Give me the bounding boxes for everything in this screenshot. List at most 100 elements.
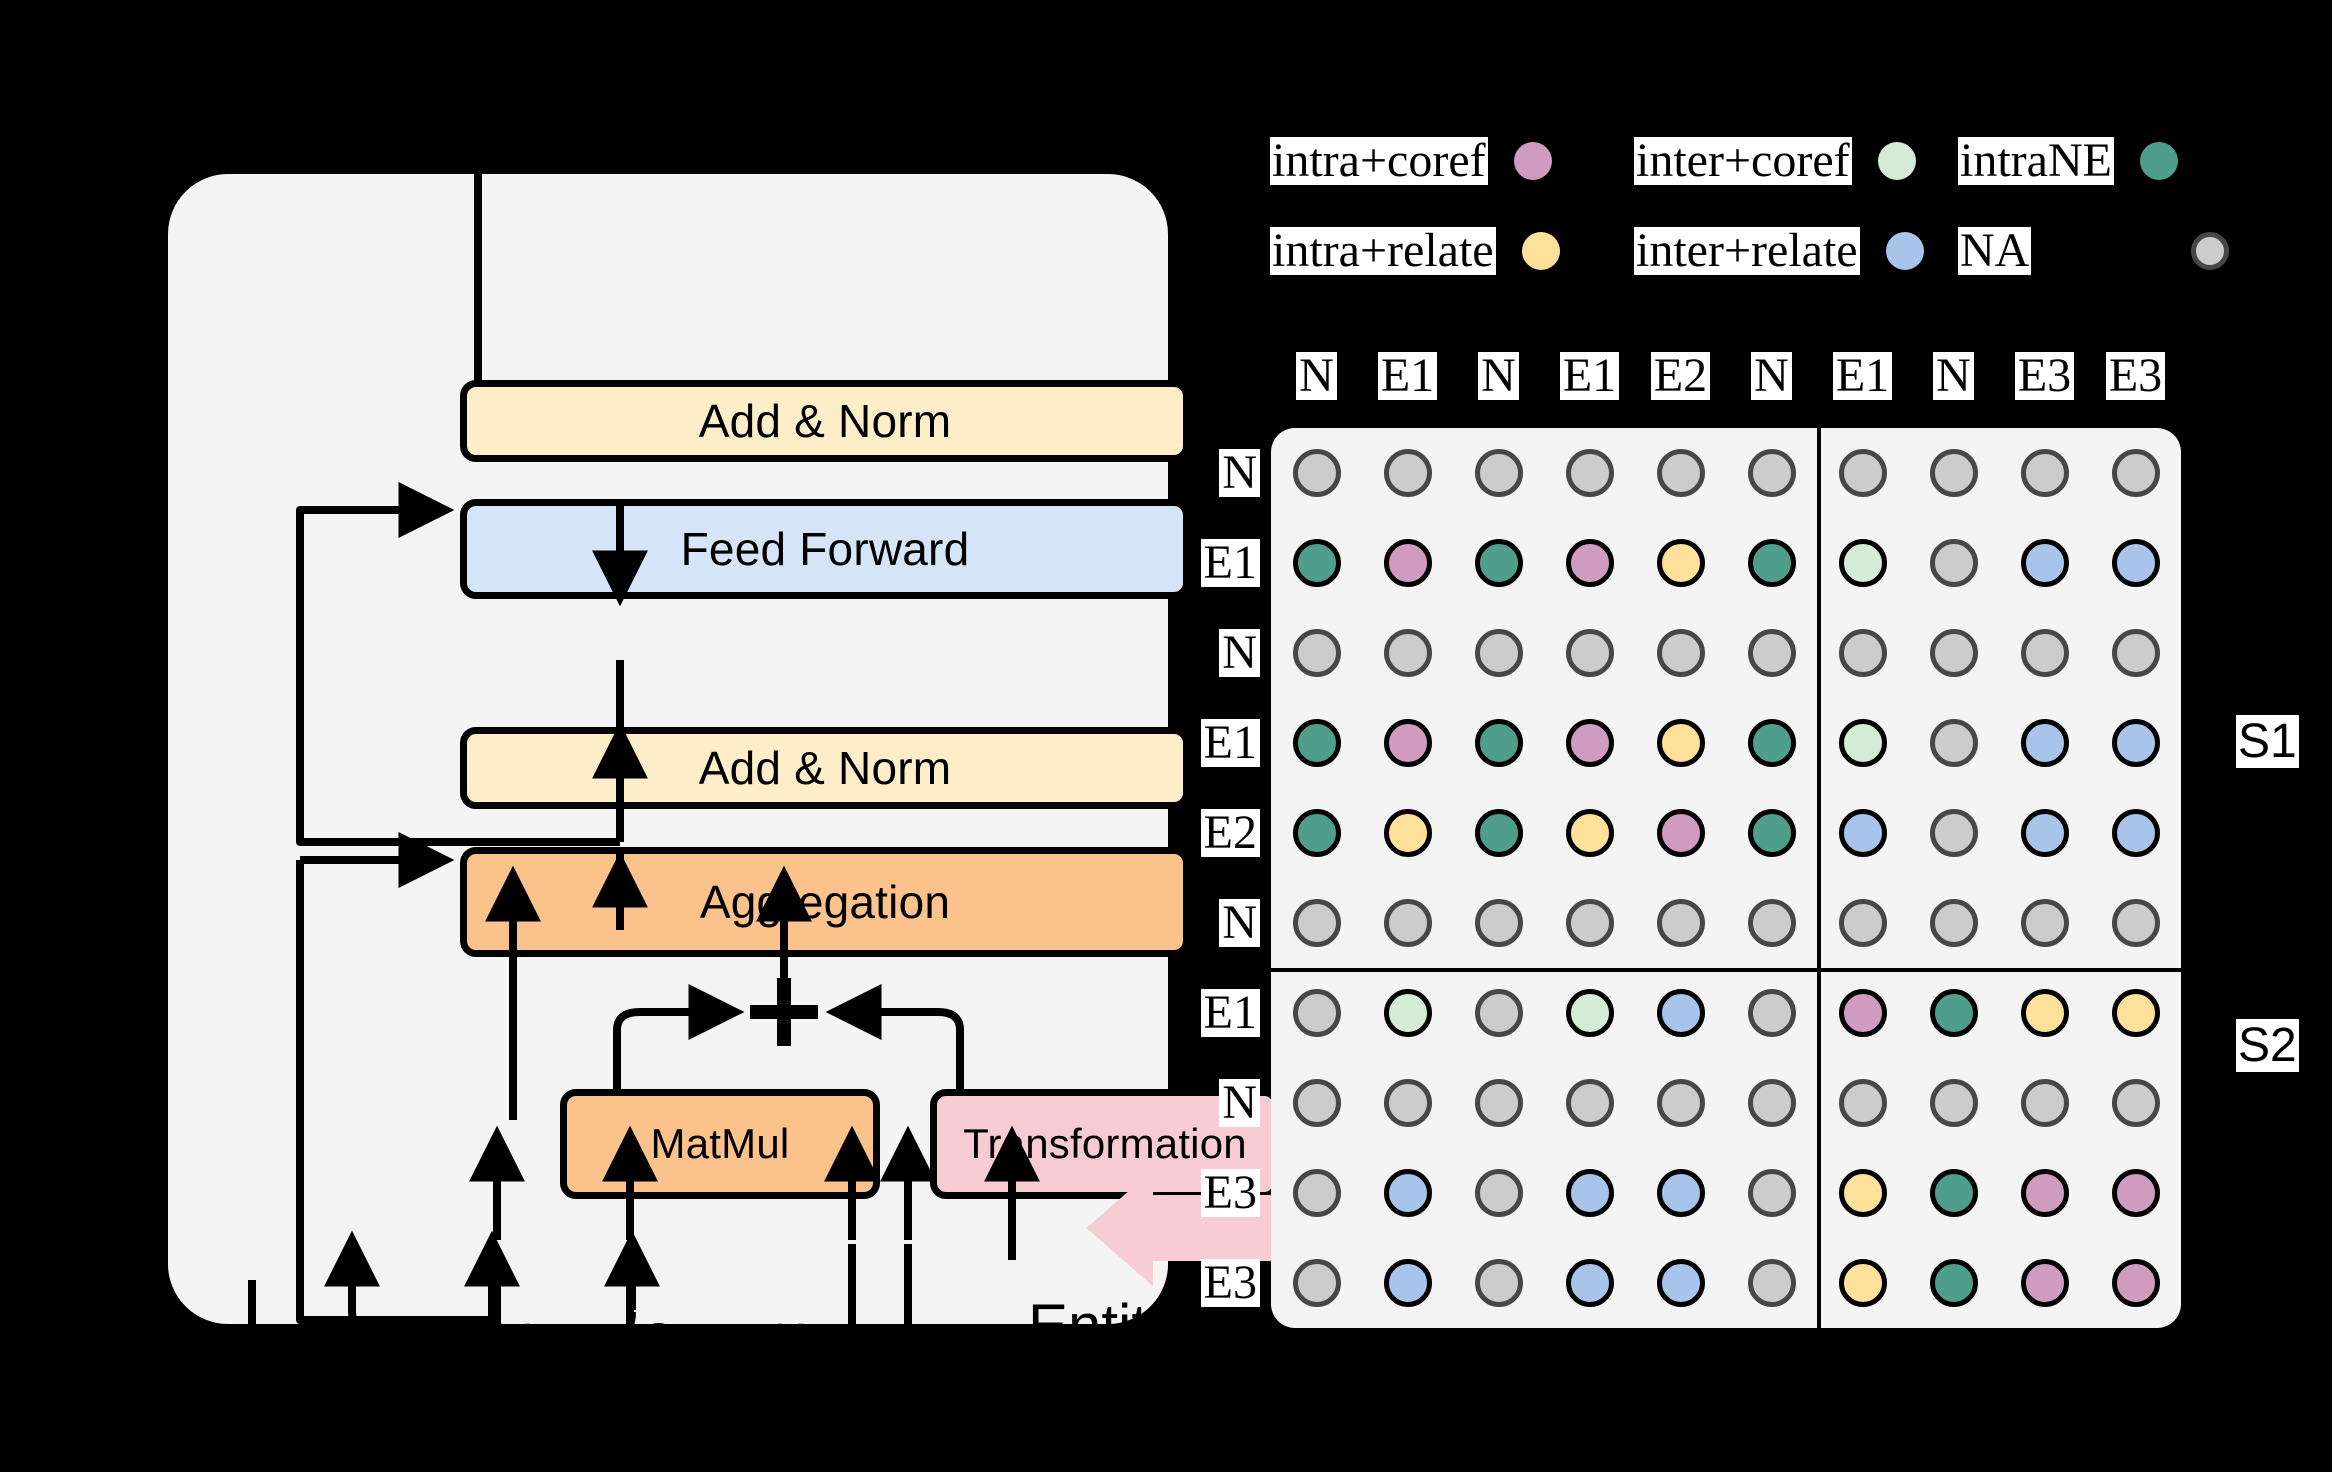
matrix-cell[interactable]	[1362, 788, 1453, 878]
matrix-cell[interactable]	[1544, 968, 1635, 1058]
matrix-cell[interactable]	[1726, 428, 1817, 518]
matrix-cell[interactable]	[2090, 878, 2181, 968]
matrix-cell[interactable]	[1453, 428, 1544, 518]
matrix-cell[interactable]	[2090, 518, 2181, 608]
matrix-cell[interactable]	[1635, 1238, 1726, 1328]
matrix-cell[interactable]	[1908, 698, 1999, 788]
matrix-cell[interactable]	[1544, 788, 1635, 878]
matrix-cell[interactable]	[1271, 428, 1362, 518]
matrix-cell[interactable]	[1817, 698, 1908, 788]
matrix-cell[interactable]	[1726, 698, 1817, 788]
matrix-cell[interactable]	[1362, 518, 1453, 608]
matrix-cell[interactable]	[1999, 518, 2090, 608]
matrix-cell[interactable]	[1817, 428, 1908, 518]
matrix-cell[interactable]	[1271, 878, 1362, 968]
matrix-cell[interactable]	[1908, 518, 1999, 608]
matrix-cell[interactable]	[1635, 1058, 1726, 1148]
matrix-cell[interactable]	[1726, 608, 1817, 698]
matrix-cell[interactable]	[1817, 968, 1908, 1058]
matrix-cell[interactable]	[1362, 608, 1453, 698]
matrix-cell[interactable]	[1999, 878, 2090, 968]
matrix-cell[interactable]	[1726, 518, 1817, 608]
matrix-cell[interactable]	[1271, 788, 1362, 878]
matrix-cell[interactable]	[1362, 698, 1453, 788]
matrix-cell[interactable]	[1362, 428, 1453, 518]
matrix-cell[interactable]	[1635, 518, 1726, 608]
matrix-cell[interactable]	[1544, 518, 1635, 608]
matrix-cell[interactable]	[1635, 608, 1726, 698]
matrix-cell[interactable]	[1817, 1058, 1908, 1148]
matrix-cell[interactable]	[1362, 968, 1453, 1058]
matrix-cell[interactable]	[1271, 608, 1362, 698]
matrix-cell[interactable]	[1908, 788, 1999, 878]
matrix-cell[interactable]	[1453, 1148, 1544, 1238]
matrix-cell[interactable]	[1726, 1148, 1817, 1238]
matrix-cell[interactable]	[1635, 788, 1726, 878]
matrix-cell[interactable]	[1999, 1238, 2090, 1328]
matrix-cell[interactable]	[1999, 428, 2090, 518]
matrix-cell[interactable]	[1817, 788, 1908, 878]
matrix-cell[interactable]	[1453, 698, 1544, 788]
matrix-cell[interactable]	[2090, 1148, 2181, 1238]
matrix-cell[interactable]	[1999, 968, 2090, 1058]
matrix-cell[interactable]	[1726, 1238, 1817, 1328]
matrix-cell[interactable]	[1635, 428, 1726, 518]
matrix-cell[interactable]	[1817, 1148, 1908, 1238]
matrix-cell[interactable]	[2090, 698, 2181, 788]
matrix-cell[interactable]	[1544, 878, 1635, 968]
matrix-cell[interactable]	[1544, 1148, 1635, 1238]
matrix-cell[interactable]	[1908, 1148, 1999, 1238]
matrix-cell[interactable]	[2090, 1238, 2181, 1328]
matrix-cell[interactable]	[2090, 608, 2181, 698]
matrix-cell[interactable]	[1999, 1058, 2090, 1148]
matrix-cell[interactable]	[1362, 1148, 1453, 1238]
matrix-cell[interactable]	[1908, 1238, 1999, 1328]
matrix-cell[interactable]	[2090, 968, 2181, 1058]
matrix-cell[interactable]	[1453, 518, 1544, 608]
matrix-cell[interactable]	[1544, 698, 1635, 788]
matrix-cell[interactable]	[1453, 608, 1544, 698]
matrix-cell[interactable]	[1453, 1238, 1544, 1328]
matrix-cell[interactable]	[1999, 698, 2090, 788]
matrix-cell[interactable]	[1726, 788, 1817, 878]
matrix-cell[interactable]	[1362, 878, 1453, 968]
matrix-cell[interactable]	[1544, 1058, 1635, 1148]
matrix-cell[interactable]	[1453, 878, 1544, 968]
matrix-cell[interactable]	[1726, 1058, 1817, 1148]
matrix-cell[interactable]	[1908, 608, 1999, 698]
matrix-cell[interactable]	[1999, 608, 2090, 698]
matrix-cell[interactable]	[1544, 1238, 1635, 1328]
matrix-cell[interactable]	[1271, 1058, 1362, 1148]
matrix-cell[interactable]	[1817, 878, 1908, 968]
matrix-cell[interactable]	[1817, 518, 1908, 608]
matrix-cell[interactable]	[1271, 518, 1362, 608]
matrix-cell[interactable]	[1362, 1238, 1453, 1328]
matrix-cell[interactable]	[1544, 428, 1635, 518]
matrix-cell[interactable]	[1817, 608, 1908, 698]
matrix-cell[interactable]	[1453, 788, 1544, 878]
matrix-cell[interactable]	[1271, 698, 1362, 788]
matrix-cell[interactable]	[1635, 878, 1726, 968]
matrix-cell[interactable]	[1726, 968, 1817, 1058]
matrix-cell[interactable]	[1453, 1058, 1544, 1148]
matrix-cell[interactable]	[2090, 788, 2181, 878]
matrix-cell[interactable]	[1908, 428, 1999, 518]
matrix-cell[interactable]	[1908, 1058, 1999, 1148]
matrix-cell[interactable]	[1908, 968, 1999, 1058]
matrix-cell[interactable]	[1635, 1148, 1726, 1238]
matrix-cell[interactable]	[1271, 1148, 1362, 1238]
matrix-cell[interactable]	[1271, 968, 1362, 1058]
matrix-cell[interactable]	[2090, 428, 2181, 518]
matrix-cell[interactable]	[1635, 698, 1726, 788]
matrix-cell[interactable]	[1544, 608, 1635, 698]
matrix-cell[interactable]	[1908, 878, 1999, 968]
matrix-cell[interactable]	[2090, 1058, 2181, 1148]
matrix-cell[interactable]	[1271, 1238, 1362, 1328]
matrix-cell[interactable]	[1999, 1148, 2090, 1238]
matrix-cell[interactable]	[1362, 1058, 1453, 1148]
matrix-cell[interactable]	[1999, 788, 2090, 878]
matrix-cell[interactable]	[1453, 968, 1544, 1058]
matrix-cell[interactable]	[1635, 968, 1726, 1058]
matrix-cell[interactable]	[1817, 1238, 1908, 1328]
matrix-cell[interactable]	[1726, 878, 1817, 968]
